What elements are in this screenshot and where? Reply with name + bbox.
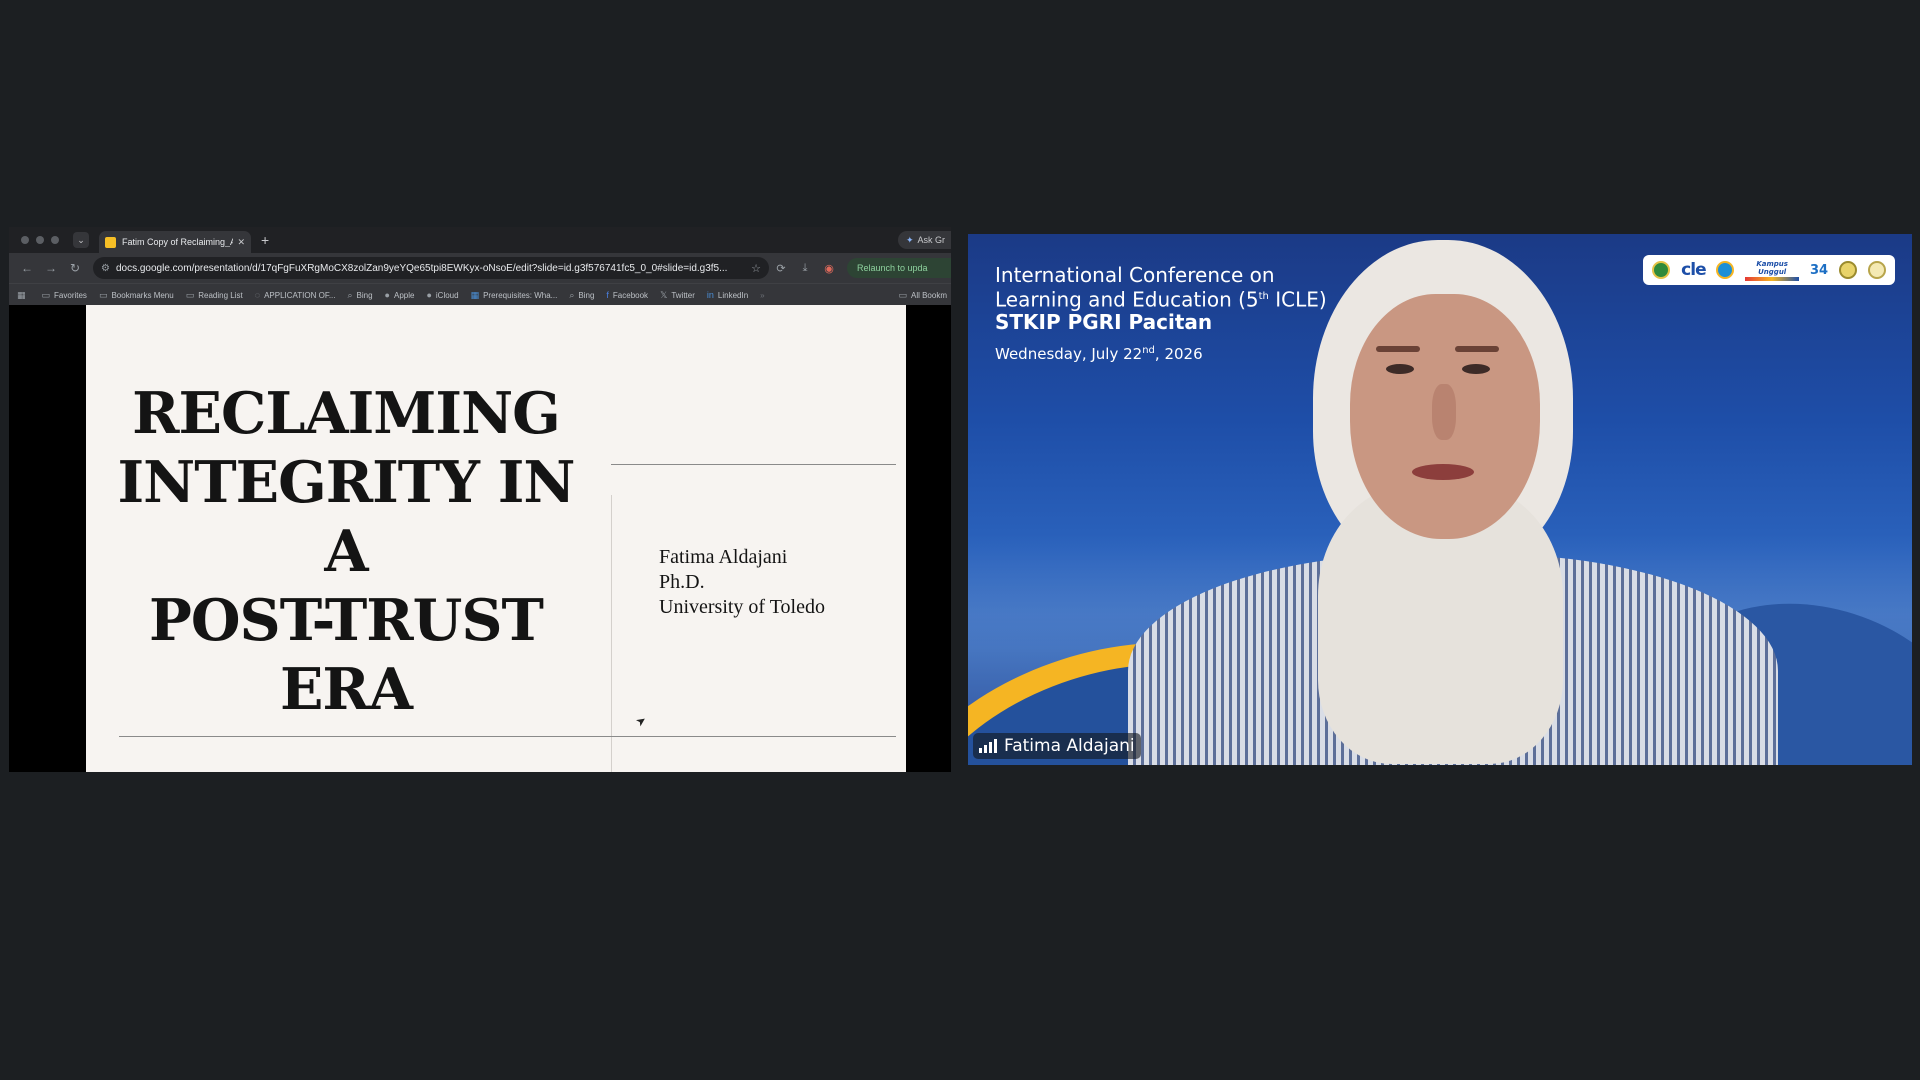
browser-tab-active[interactable]: Fatim Copy of Reclaiming_Ac ✕ — [99, 231, 251, 253]
presenter-affiliation: University of Toledo — [659, 596, 825, 618]
divider-line — [611, 464, 896, 465]
browser-tab-strip: ⌄ Fatim Copy of Reclaiming_Ac ✕ + ✦ Ask G… — [9, 227, 951, 253]
forward-icon[interactable]: → — [39, 261, 63, 275]
slide-title: RECLAIMING INTEGRITY IN A POST-TRUST ERA — [96, 379, 596, 724]
site-info-icon[interactable]: ⚙ — [101, 263, 110, 274]
bookmark-label: Favorites — [54, 290, 87, 300]
bookmark-label: iCloud — [435, 290, 459, 300]
participant-camera-feed — [968, 234, 1912, 765]
bookmark-item[interactable]: in LinkedIn — [707, 290, 748, 300]
all-bookmarks-label: All Bookm — [910, 290, 947, 300]
grid-icon: ▦ — [470, 289, 480, 300]
bookmark-item[interactable]: ⌕ Bing — [569, 290, 594, 301]
slide-title-line: POST-TRUST — [149, 587, 544, 654]
folder-icon: ▭ — [98, 289, 108, 300]
nose — [1432, 384, 1456, 440]
all-bookmarks-button[interactable]: ▭ All Bookm — [898, 290, 947, 301]
bookmark-item[interactable]: ◌ APPLICATION OF... — [255, 290, 336, 300]
connection-signal-icon — [979, 739, 997, 753]
bookmark-item[interactable]: f Facebook — [606, 290, 648, 300]
url-text[interactable]: docs.google.com/presentation/d/17qFgFuXR… — [116, 263, 745, 274]
ask-gemini-button[interactable]: ✦ Ask Gr — [897, 231, 951, 249]
x-icon: 𝕏 — [660, 289, 668, 300]
participant-name: Fatima Aldajani — [1004, 736, 1135, 756]
download-icon[interactable]: ⤓ — [793, 262, 817, 275]
eyebrow — [1376, 346, 1420, 352]
linkedin-icon: in — [706, 290, 714, 300]
bookmark-label: Bing — [578, 290, 595, 300]
bookmark-item[interactable]: ▭ Favorites — [42, 290, 87, 301]
bookmark-label: Reading List — [198, 290, 243, 300]
bookmark-label: APPLICATION OF... — [264, 290, 336, 300]
search-icon: ⌕ — [569, 289, 575, 300]
tab-close-icon[interactable]: ✕ — [237, 237, 245, 248]
back-icon[interactable]: ← — [15, 261, 39, 275]
apple-icon: ● — [426, 290, 432, 300]
search-icon: ⌕ — [347, 289, 353, 300]
eye — [1462, 364, 1490, 374]
google-slides-icon — [105, 236, 116, 248]
tab-search-icon[interactable]: ⌄ — [73, 232, 89, 248]
mouth — [1412, 464, 1474, 480]
bookmark-label: Twitter — [671, 290, 695, 300]
participant-name-tag: Fatima Aldajani — [973, 733, 1141, 759]
extensions-icon[interactable]: ⟳ — [769, 262, 793, 275]
tab-title: Fatim Copy of Reclaiming_Ac — [122, 237, 234, 247]
folder-icon: ▭ — [898, 289, 907, 300]
divider-line — [611, 495, 612, 772]
maximize-window-icon[interactable] — [51, 236, 59, 244]
presenter-info: Fatima Aldajani Ph.D. University of Tole… — [659, 545, 825, 620]
slide-viewport: RECLAIMING INTEGRITY IN A POST-TRUST ERA… — [9, 305, 951, 772]
bookmarks-bar: ▦ ▭ Favorites ▭ Bookmarks Menu ▭ Reading Li… — [9, 283, 951, 306]
presenter-degree: Ph.D. — [659, 571, 705, 593]
screen-share-tile[interactable]: ⌄ Fatim Copy of Reclaiming_Ac ✕ + ✦ Ask G… — [9, 227, 951, 772]
presenter-name: Fatima Aldajani — [659, 546, 788, 568]
window-controls[interactable] — [21, 236, 59, 244]
slide-title-line: ERA — [279, 656, 413, 723]
reload-icon[interactable]: ↻ — [63, 261, 87, 275]
eyebrow — [1455, 346, 1499, 352]
bookmark-item[interactable]: ⌕ Bing — [347, 290, 372, 301]
minimize-window-icon[interactable] — [36, 236, 44, 244]
folder-icon: ▭ — [185, 289, 195, 300]
browser-toolbar: ← → ↻ ⚙ docs.google.com/presentation/d/1… — [9, 253, 951, 283]
eye — [1386, 364, 1414, 374]
bookmark-item[interactable]: 𝕏 Twitter — [660, 290, 695, 301]
bookmarks-overflow-icon[interactable]: » — [760, 291, 764, 300]
divider-line — [119, 736, 896, 737]
bookmark-label: Bookmarks Menu — [111, 290, 174, 300]
facebook-icon: f — [606, 290, 609, 300]
relaunch-button[interactable]: Relaunch to upda — [847, 258, 951, 278]
address-bar[interactable]: ⚙ docs.google.com/presentation/d/17qFgFu… — [93, 257, 769, 279]
slide-title-line: RECLAIMING — [132, 380, 561, 447]
apps-grid-icon[interactable]: ▦ — [17, 290, 30, 301]
bookmark-label: LinkedIn — [717, 290, 749, 300]
apple-icon: ● — [384, 290, 390, 300]
close-window-icon[interactable] — [21, 236, 29, 244]
bookmark-star-icon[interactable]: ☆ — [751, 262, 761, 275]
sparkle-icon: ✦ — [905, 235, 914, 245]
folder-icon: ▭ — [41, 289, 51, 300]
bookmark-item[interactable]: ● iCloud — [426, 290, 458, 300]
bookmark-item[interactable]: ▦ Prerequisites: Wha... — [471, 290, 558, 301]
bookmark-item[interactable]: ▭ Reading List — [186, 290, 243, 301]
bookmark-label: Bing — [356, 290, 373, 300]
ask-button-label: Ask Gr — [917, 235, 945, 245]
bookmark-label: Facebook — [612, 290, 649, 300]
bookmark-label: Prerequisites: Wha... — [483, 290, 558, 300]
slide-title-line: INTEGRITY IN A — [117, 449, 575, 585]
new-tab-button[interactable]: + — [261, 232, 269, 248]
globe-icon: ◌ — [254, 290, 261, 300]
mouse-cursor-icon: ➤ — [632, 712, 650, 730]
bookmark-item[interactable]: ▭ Bookmarks Menu — [99, 290, 174, 301]
bookmark-item[interactable]: ● Apple — [385, 290, 415, 300]
profile-extension-icon[interactable]: ◉ — [817, 262, 841, 275]
participant-video-tile[interactable]: International Conference on Learning and… — [968, 234, 1912, 765]
presentation-slide[interactable]: RECLAIMING INTEGRITY IN A POST-TRUST ERA… — [86, 305, 906, 772]
bookmark-label: Apple — [393, 290, 415, 300]
